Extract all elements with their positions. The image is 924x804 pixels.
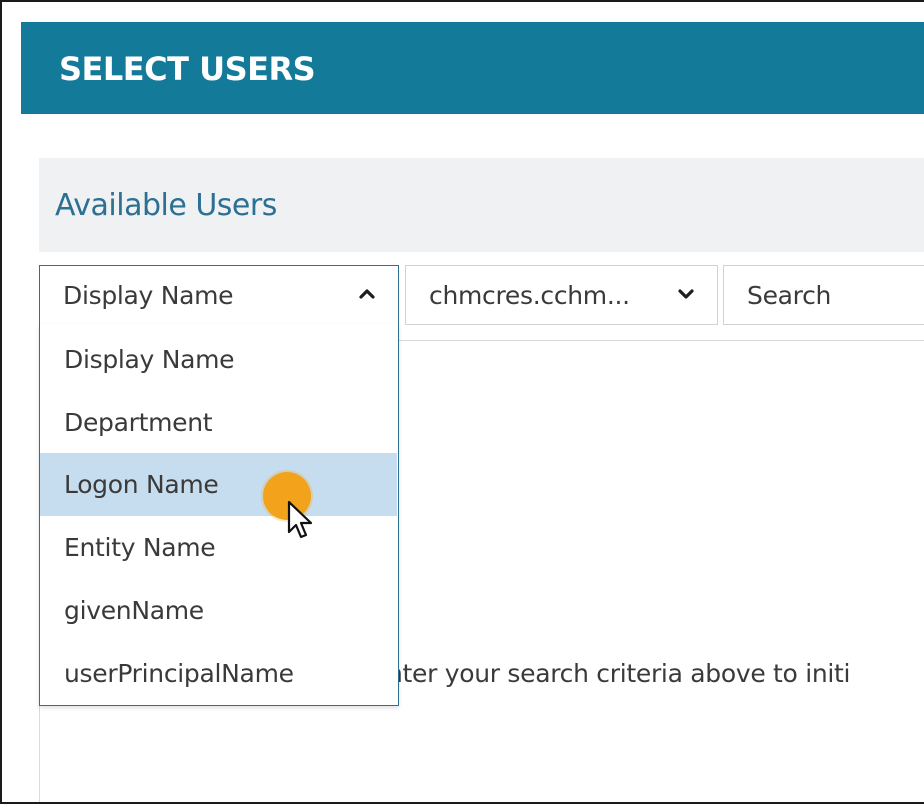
filter-field-select[interactable]: Display Name [39, 265, 399, 325]
dropdown-option-entity-name[interactable]: Entity Name [40, 516, 397, 579]
domain-select[interactable]: chmcres.cchm... [405, 265, 718, 325]
header-bar: SELECT USERS [21, 22, 924, 114]
domain-selected-value: chmcres.cchm... [429, 281, 630, 310]
filter-field-selected-value: Display Name [63, 281, 234, 310]
page-title: SELECT USERS [59, 50, 316, 88]
search-input[interactable]: Search [723, 265, 924, 325]
filter-field-dropdown: Display Name Department Logon Name Entit… [39, 324, 399, 706]
section-title: Available Users [55, 188, 277, 223]
dropdown-option-department[interactable]: Department [40, 391, 397, 454]
search-placeholder: Search [747, 281, 832, 310]
chevron-up-icon [359, 289, 375, 299]
search-hint-text: nter your search criteria above to initi [387, 659, 851, 688]
mouse-pointer-icon [287, 500, 313, 539]
dropdown-option-user-principal-name[interactable]: userPrincipalName [40, 642, 397, 705]
available-users-section-header: Available Users [39, 158, 924, 252]
select-users-panel: SELECT USERS Available Users Display Nam… [0, 0, 924, 804]
dropdown-option-display-name[interactable]: Display Name [40, 328, 397, 391]
chevron-down-icon [678, 289, 694, 299]
dropdown-option-given-name[interactable]: givenName [40, 579, 397, 642]
dropdown-option-logon-name[interactable]: Logon Name [40, 453, 397, 516]
